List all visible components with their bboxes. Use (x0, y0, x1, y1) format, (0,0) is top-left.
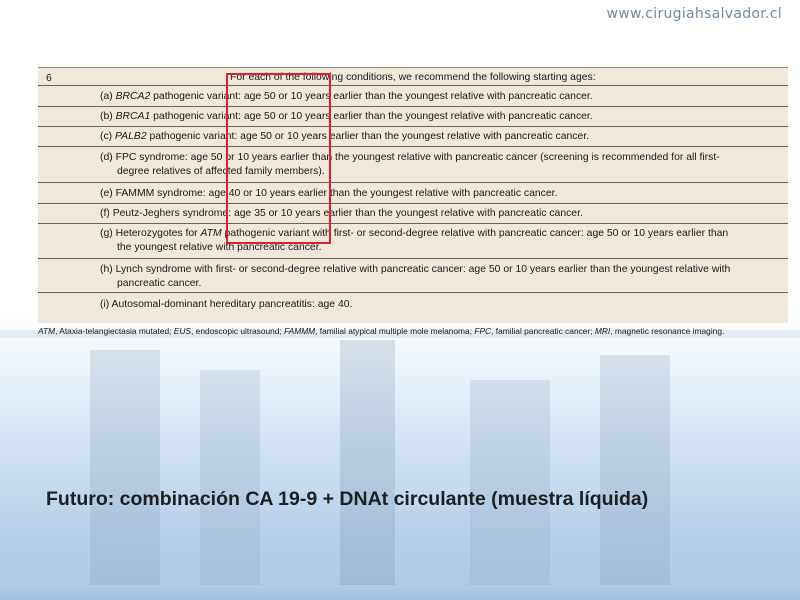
gene-term: BRCA1 (115, 111, 151, 122)
abbreviations-footnote: ATM, Ataxia-telangiectasia mutated; EUS,… (38, 326, 725, 336)
row-text: (c) PALB2 pathogenic variant: age 50 or … (100, 131, 590, 142)
gene-term: BRCA2 (115, 91, 151, 102)
table-row: (b) BRCA1 pathogenic variant: age 50 or … (38, 107, 788, 127)
background-building-photo (0, 330, 800, 600)
table-row: (d) FPC syndrome: age 50 or 10 years ear… (38, 147, 788, 183)
gene-term: ATM (200, 228, 222, 239)
row-text: (f) Peutz-Jeghers syndrome: age 35 or 10… (100, 208, 583, 219)
gene-term: PALB2 (115, 131, 147, 142)
row-text: (d) FPC syndrome: age 50 or 10 years ear… (100, 152, 720, 177)
table-row: (h) Lynch syndrome with first- or second… (38, 259, 788, 293)
row-text: (e) FAMMM syndrome: age 40 or 10 years e… (100, 188, 558, 199)
table-header-row: 6 For each of the following conditions, … (38, 68, 788, 86)
slide: www.cirugiahsalvador.cl 6 For each of th… (0, 0, 800, 600)
row-number: 6 (46, 72, 52, 84)
table-row: (g) Heterozygotes for ATM pathogenic var… (38, 224, 788, 259)
row-text: (b) BRCA1 pathogenic variant: age 50 or … (100, 111, 593, 122)
bottom-band (0, 585, 800, 600)
table-row: (i) Autosomal-dominant hereditary pancre… (38, 293, 788, 323)
table-row: (f) Peutz-Jeghers syndrome: age 35 or 10… (38, 204, 788, 224)
table-row: (e) FAMMM syndrome: age 40 or 10 years e… (38, 183, 788, 204)
row-text: (i) Autosomal-dominant hereditary pancre… (100, 299, 353, 310)
site-url: www.cirugiahsalvador.cl (606, 6, 782, 22)
table-row: (a) BRCA2 pathogenic variant: age 50 or … (38, 86, 788, 107)
recommendation-table: 6 For each of the following conditions, … (38, 67, 788, 323)
table-row: (c) PALB2 pathogenic variant: age 50 or … (38, 127, 788, 147)
slide-title: Futuro: combinación CA 19-9 + DNAt circu… (46, 488, 649, 510)
red-highlight-box (226, 73, 331, 244)
row-text: (g) Heterozygotes for ATM pathogenic var… (100, 228, 729, 253)
row-text: (a) BRCA2 pathogenic variant: age 50 or … (100, 91, 593, 102)
row-text: (h) Lynch syndrome with first- or second… (100, 264, 731, 289)
